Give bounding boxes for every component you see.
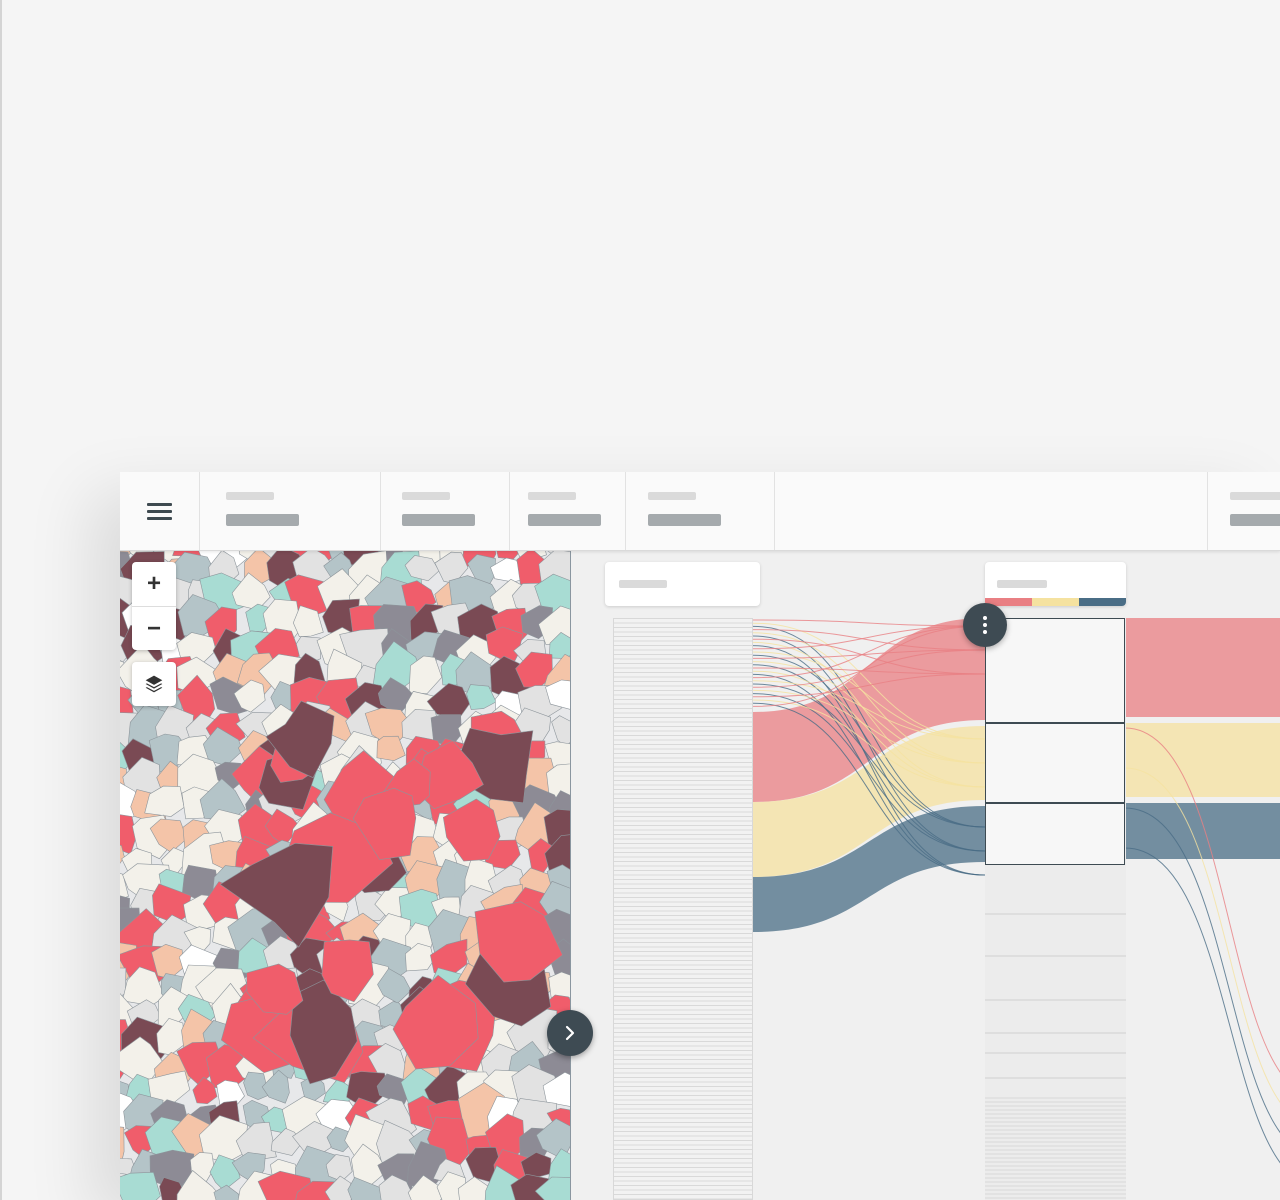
column-1-header[interactable] [605, 562, 760, 606]
map-region[interactable] [120, 1171, 161, 1200]
map-region[interactable] [551, 715, 570, 747]
chevron-right-icon [565, 1025, 575, 1041]
map-regions [120, 550, 570, 1200]
node-red[interactable] [985, 618, 1125, 723]
column-2-header[interactable] [985, 562, 1126, 606]
collapse-panel-button[interactable] [547, 1010, 593, 1056]
filter-segment-1[interactable] [200, 472, 381, 550]
category-legend-strip [985, 598, 1126, 606]
map-region[interactable] [120, 1126, 125, 1163]
layers-icon [145, 675, 163, 693]
flow-band-right-red[interactable] [1125, 618, 1280, 717]
more-vert-icon [983, 616, 987, 620]
layers-button[interactable] [132, 662, 176, 706]
zoom-in-button[interactable]: + [132, 562, 176, 606]
filter-segment-4[interactable] [626, 472, 775, 550]
zoom-out-button[interactable]: − [132, 606, 176, 650]
filter-segment-3[interactable] [510, 472, 626, 550]
filter-segment-5[interactable] [1208, 472, 1280, 550]
column-1-rows [614, 622, 752, 1199]
choropleth-map[interactable]: + − [120, 550, 571, 1200]
filter-segment-2[interactable] [381, 472, 510, 550]
flow-band-right-blue[interactable] [1125, 803, 1280, 859]
app-window: + − [120, 472, 1280, 1200]
node-yellow[interactable] [985, 723, 1125, 803]
column-options-button[interactable] [963, 603, 1007, 647]
menu-button[interactable] [120, 472, 200, 550]
top-toolbar [120, 472, 1280, 551]
page-edge [0, 0, 2, 1200]
filter-segment-spacer [775, 472, 1208, 550]
column-2-stack [985, 618, 1126, 1200]
zoom-controls: + − [132, 562, 176, 650]
column-1-stack [613, 618, 753, 1200]
map-region[interactable] [213, 1184, 240, 1200]
node-blue[interactable] [985, 803, 1125, 865]
map-region[interactable] [376, 735, 406, 762]
